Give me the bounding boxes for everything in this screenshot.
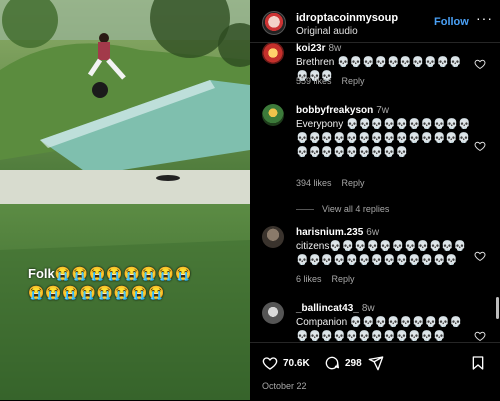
comment-text: Companion 💀💀💀💀💀💀💀💀💀💀💀💀💀💀💀💀💀💀💀💀💀 bbox=[296, 317, 462, 342]
follow-button[interactable]: Follow bbox=[434, 16, 469, 28]
more-options-icon[interactable]: ··· bbox=[476, 10, 493, 26]
post-date: October 22 bbox=[262, 381, 307, 391]
comment-username-text: bobbyfreakyson bbox=[296, 105, 374, 116]
reply-button[interactable]: Reply bbox=[332, 274, 355, 284]
commenter-username[interactable]: koi23r 8w bbox=[296, 43, 341, 54]
overlay-emoji-line2: 😭😭😭😭😭😭😭😭 bbox=[28, 285, 166, 300]
post-side-panel: idroptacoinmysoup Original audio Follow … bbox=[250, 0, 500, 401]
commenter-username[interactable]: bobbyfreakyson 7w bbox=[296, 105, 389, 116]
comment-username-text: koi23r bbox=[296, 43, 326, 54]
comment-text: Everypony 💀💀💀💀💀💀💀💀💀💀💀💀💀💀💀💀💀💀💀💀💀💀💀💀💀💀💀💀💀💀… bbox=[296, 119, 471, 158]
post-actions-bar: 70.6K 298 October 22 bbox=[250, 342, 500, 401]
comment-icon[interactable] bbox=[324, 355, 340, 371]
comments-count: 298 bbox=[345, 357, 362, 369]
commenter-avatar[interactable] bbox=[262, 226, 284, 248]
commenter-username[interactable]: _ballincat43_ 8w bbox=[296, 303, 375, 314]
video-scene bbox=[0, 0, 250, 400]
heart-icon[interactable] bbox=[262, 355, 278, 371]
commenter-username[interactable]: harisnium.235 6w bbox=[296, 227, 379, 238]
comment-time: 6w bbox=[366, 227, 380, 238]
media-caption-overlay: Folk😭😭😭😭😭😭😭😭 😭😭😭😭😭😭😭😭 bbox=[28, 264, 228, 302]
comment-likes[interactable]: 394 likes bbox=[296, 178, 332, 188]
bookmark-icon[interactable] bbox=[470, 355, 486, 371]
comment-list[interactable]: koi23r 8w Brethren 💀💀💀💀💀💀💀💀💀💀💀💀💀 559 like… bbox=[250, 42, 500, 342]
overlay-emoji-line1: 😭😭😭😭😭😭😭😭 bbox=[54, 266, 193, 281]
comment-likes[interactable]: 6 likes bbox=[296, 274, 322, 284]
audio-link[interactable]: Original audio bbox=[296, 26, 358, 37]
comment-text: citizens💀💀💀💀💀💀💀💀💀💀💀💀💀💀💀💀💀💀💀💀💀💀💀💀 bbox=[296, 241, 467, 266]
heart-icon[interactable] bbox=[474, 140, 486, 152]
commenter-avatar[interactable] bbox=[262, 42, 284, 64]
reply-button[interactable]: Reply bbox=[342, 178, 365, 188]
like-action[interactable]: 70.6K bbox=[262, 355, 310, 371]
comment-username-text: _ballincat43_ bbox=[296, 303, 359, 314]
comment-likes[interactable]: 559 likes bbox=[296, 76, 332, 86]
comment-username-text: harisnium.235 bbox=[296, 227, 364, 238]
comment-meta: 559 likes Reply bbox=[296, 76, 375, 86]
commenter-avatar[interactable] bbox=[262, 302, 284, 324]
post-header: idroptacoinmysoup Original audio Follow … bbox=[250, 0, 500, 43]
share-action[interactable] bbox=[368, 355, 384, 371]
overlay-text: Folk bbox=[28, 266, 55, 281]
author-username[interactable]: idroptacoinmysoup bbox=[296, 12, 398, 24]
comment-time: 8w bbox=[328, 43, 342, 54]
heart-icon[interactable] bbox=[474, 330, 486, 342]
comment-meta: 6 likes Reply bbox=[296, 274, 365, 284]
reply-button[interactable]: Reply bbox=[342, 76, 365, 86]
view-replies-link[interactable]: View all 4 replies bbox=[296, 204, 389, 214]
post-media[interactable]: Folk😭😭😭😭😭😭😭😭 😭😭😭😭😭😭😭😭 bbox=[0, 0, 250, 400]
save-action[interactable] bbox=[470, 355, 486, 371]
share-icon[interactable] bbox=[368, 355, 384, 371]
comment-meta: 394 likes Reply bbox=[296, 178, 375, 188]
likes-count: 70.6K bbox=[283, 357, 310, 369]
comments-scrollbar[interactable] bbox=[496, 297, 499, 319]
comment-action[interactable]: 298 bbox=[324, 355, 362, 371]
comment-time: 7w bbox=[376, 105, 390, 116]
comment-time: 8w bbox=[361, 303, 375, 314]
heart-icon[interactable] bbox=[474, 250, 486, 262]
commenter-avatar[interactable] bbox=[262, 104, 284, 126]
heart-icon[interactable] bbox=[474, 58, 486, 70]
author-avatar[interactable] bbox=[262, 11, 286, 35]
